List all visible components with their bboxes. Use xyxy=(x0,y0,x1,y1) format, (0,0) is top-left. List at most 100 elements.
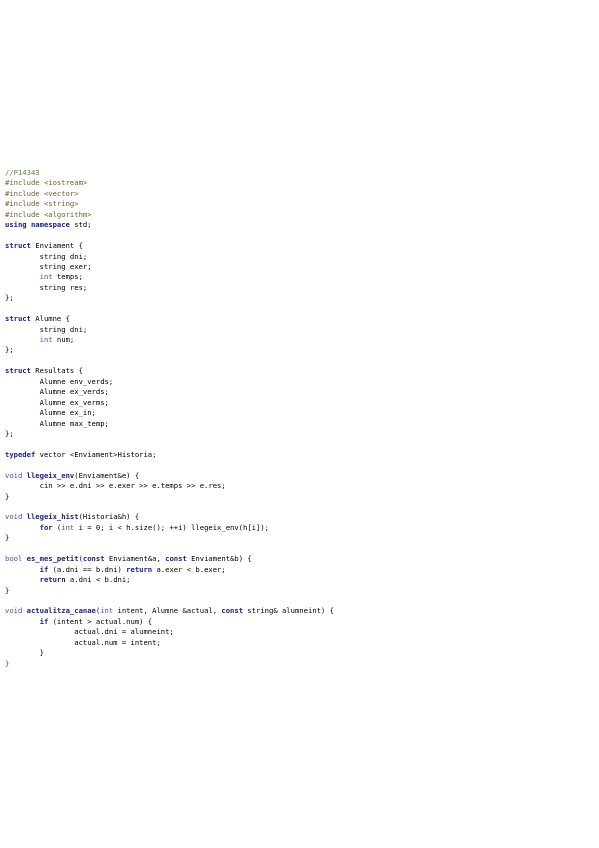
code-token: return xyxy=(5,575,66,585)
code-token: Enviament { xyxy=(30,241,83,251)
code-line: Alumne ex_verds; xyxy=(5,387,334,397)
code-token: bool xyxy=(5,554,23,564)
code-line: if (a.dni == b.dni) return a.exer < b.ex… xyxy=(5,565,334,575)
code-line: void llegeix_hist(Historia&h) { xyxy=(5,512,334,522)
code-token: (intent > actual.num) { xyxy=(48,616,153,626)
code-line: int temps; xyxy=(5,272,334,282)
code-token: llegeix_hist xyxy=(22,512,79,522)
code-line: } xyxy=(5,648,334,658)
code-line: Alumne ex_in; xyxy=(5,408,334,418)
page: { "source_code": { "lines": [ [{"t": "//… xyxy=(0,0,599,848)
code-token: const xyxy=(165,554,187,564)
code-token: struct xyxy=(5,314,31,324)
code-token: actualitza_canae xyxy=(22,606,96,616)
code-line: cin >> e.dni >> e.exer >> e.temps >> e.r… xyxy=(5,481,334,491)
code-line: }; xyxy=(5,345,334,355)
code-token: int xyxy=(61,522,75,532)
code-line: #include <iostream> xyxy=(5,178,334,188)
code-line: actual.num = intent; xyxy=(5,638,334,648)
code-line: typedef vector <Enviament>Historia; xyxy=(5,450,334,460)
code-token: Alumne ex_verds; xyxy=(5,387,109,397)
code-token: string& alumneint) { xyxy=(243,606,334,616)
code-token: temps; xyxy=(52,272,83,282)
code-line: if (intent > actual.num) { xyxy=(5,617,334,627)
code-line: actual.dni = alumneint; xyxy=(5,627,334,637)
code-listing: //P14343 #include <iostream> #include <vec… xyxy=(5,168,334,669)
code-line: } xyxy=(5,492,334,502)
code-token: ( xyxy=(52,522,62,532)
code-line: bool es_mes_petit(const Enviament&a, con… xyxy=(5,554,334,564)
code-token: llegeix_env xyxy=(22,470,75,480)
code-line: Alumne ex_verms; xyxy=(5,398,334,408)
code-line: string exer; xyxy=(5,262,334,272)
code-token: const xyxy=(221,606,244,616)
code-token: (a.dni == b.dni) xyxy=(48,564,127,574)
code-token: cin >> e.dni >> e.exer >> e.temps >> e.r… xyxy=(5,481,226,491)
code-token: a.exer < b.exer; xyxy=(152,564,226,574)
code-line: #include <vector> xyxy=(5,189,334,199)
code-token: #include <algorithm> xyxy=(5,209,92,219)
code-token: } xyxy=(5,658,10,668)
code-line: }; xyxy=(5,429,334,439)
code-line: struct Resultats { xyxy=(5,366,334,376)
code-line: void llegeix_env(Enviament&e) { xyxy=(5,471,334,481)
code-token: actual.num = intent; xyxy=(5,637,161,647)
code-token: #include <string> xyxy=(5,199,79,209)
code-token: void xyxy=(5,470,23,480)
code-token: i = 0; i < h.size(); ++i) llegeix_env(h[… xyxy=(74,522,269,532)
code-line: Alumne max_temp; xyxy=(5,419,334,429)
code-token: using namespace xyxy=(5,220,70,230)
code-line: int num; xyxy=(5,335,334,345)
code-token: }; xyxy=(5,293,14,303)
code-token: Resultats { xyxy=(30,366,83,376)
code-token: actual.dni = alumneint; xyxy=(5,627,174,637)
code-line: }; xyxy=(5,293,334,303)
code-line: struct Alumne { xyxy=(5,314,334,324)
code-token: string dni; xyxy=(5,324,88,334)
code-token: Alumne { xyxy=(30,314,70,324)
code-token: #include <iostream> xyxy=(5,178,88,188)
code-token: std; xyxy=(69,220,92,230)
code-token: string res; xyxy=(5,282,88,292)
code-token: Enviament&b) { xyxy=(186,554,252,564)
code-token: #include <vector> xyxy=(5,188,79,198)
code-line: using namespace std; xyxy=(5,220,334,230)
code-token: string exer; xyxy=(5,261,92,271)
code-token: if xyxy=(5,616,49,626)
code-token: void xyxy=(5,512,23,522)
code-token: vector <Enviament>Historia; xyxy=(35,449,157,459)
code-token: Enviament&a, xyxy=(104,554,166,564)
code-token: int xyxy=(5,335,53,344)
code-token: if xyxy=(5,564,49,574)
code-token: (Enviament&e) { xyxy=(74,470,140,480)
code-line: Alumne env_verds; xyxy=(5,377,334,387)
code-line: } xyxy=(5,659,334,669)
code-token: void xyxy=(5,606,23,616)
code-line: void actualitza_canae(int intent, Alumne… xyxy=(5,606,334,616)
code-token: a.dni < b.dni; xyxy=(65,575,131,585)
code-token: }; xyxy=(5,428,14,438)
code-token: string dni; xyxy=(5,251,88,261)
code-token: typedef xyxy=(5,449,36,459)
code-line: for (int i = 0; i < h.size(); ++i) llege… xyxy=(5,523,334,533)
code-line: } xyxy=(5,533,334,543)
code-token: struct xyxy=(5,366,31,376)
code-token: Alumne ex_verms; xyxy=(5,397,109,407)
code-line: string dni; xyxy=(5,252,334,262)
code-token: intent, Alumne &actual, xyxy=(113,606,222,616)
code-token: es_mes_petit xyxy=(22,554,79,564)
code-line: } xyxy=(5,586,334,596)
code-line: string dni; xyxy=(5,325,334,335)
code-token: } xyxy=(5,491,10,501)
code-token: int xyxy=(100,606,114,616)
code-token: int xyxy=(5,272,53,282)
code-token: }; xyxy=(5,345,14,355)
code-token: Alumne max_temp; xyxy=(5,418,109,428)
